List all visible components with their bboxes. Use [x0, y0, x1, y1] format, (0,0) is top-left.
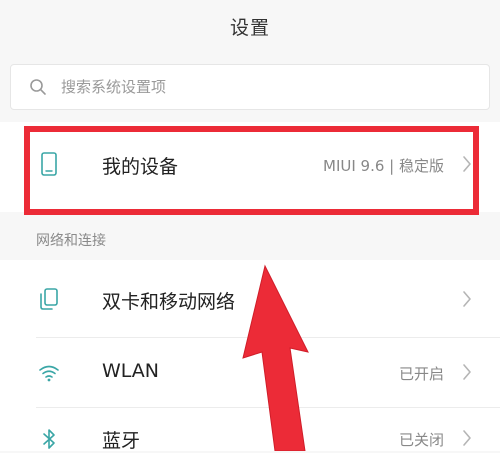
chevron-right-icon: [460, 362, 474, 382]
search-input[interactable]: [55, 67, 489, 107]
bluetooth-status-value: 已关闭: [398, 431, 444, 449]
search-icon: [21, 65, 55, 109]
wlan-row[interactable]: WLAN 已开启: [0, 338, 500, 408]
sim-card-icon: [36, 286, 62, 312]
settings-header: 设置: [0, 0, 500, 52]
wlan-label: WLAN: [102, 360, 160, 382]
bluetooth-label: 蓝牙: [102, 430, 141, 452]
device-panel: 我的设备 MIUI 9.6 | 稳定版: [0, 122, 500, 212]
network-panel: 双卡和移动网络 WLAN 已开启 蓝牙 已关闭: [0, 260, 500, 452]
my-device-label: 我的设备: [102, 156, 179, 178]
chevron-right-icon: [460, 289, 474, 309]
dual-sim-label: 双卡和移动网络: [102, 291, 236, 313]
chevron-right-icon: [460, 428, 474, 448]
dual-sim-row[interactable]: 双卡和移动网络: [0, 260, 500, 338]
wifi-icon: [36, 360, 62, 386]
wlan-status-value: 已开启: [398, 365, 444, 383]
bluetooth-icon: [36, 426, 62, 452]
page-title: 设置: [229, 16, 270, 39]
section-title-network: 网络和连接: [36, 233, 106, 249]
search-bar[interactable]: [10, 64, 490, 110]
my-device-row[interactable]: 我的设备 MIUI 9.6 | 稳定版: [0, 122, 500, 206]
chevron-right-icon: [460, 154, 474, 174]
bluetooth-row[interactable]: 蓝牙 已关闭: [0, 408, 500, 452]
phone-icon: [36, 151, 62, 177]
miui-version-value: MIUI 9.6 | 稳定版: [323, 157, 444, 175]
